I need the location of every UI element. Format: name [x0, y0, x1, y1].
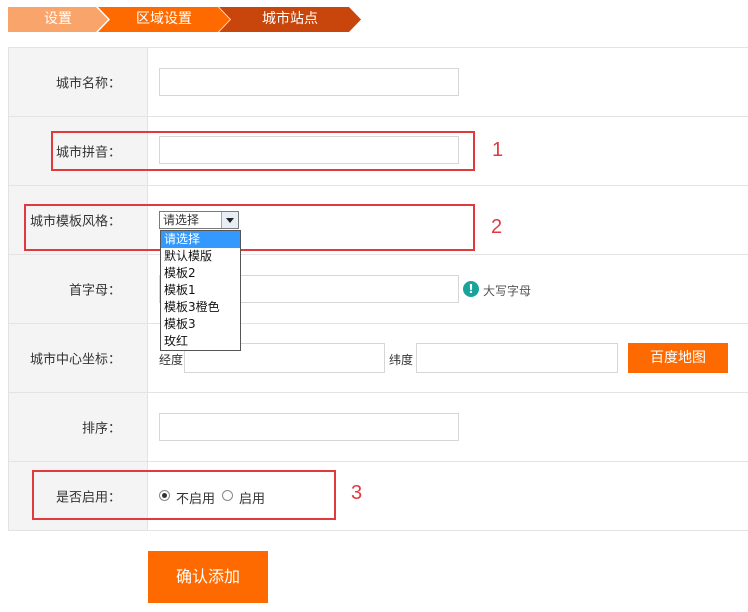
row-initial: 首字母：: [8, 255, 748, 324]
row-sort: 排序：: [8, 393, 748, 462]
annotation-number-3: 3: [351, 482, 363, 504]
annotation-number-2: 2: [491, 216, 503, 238]
city-name-label: 城市名称：: [55, 76, 121, 92]
latitude-label: 纬度: [389, 353, 414, 367]
breadcrumb-item-region[interactable]: 区域设置: [98, 7, 230, 32]
template-option[interactable]: 模板3: [161, 316, 240, 333]
annotation-box-3: [32, 470, 336, 520]
template-dropdown-list: 请选择 默认模版 模板2 模板1 模板3橙色 模板3 玫红: [160, 230, 241, 351]
longitude-label: 经度: [159, 353, 184, 367]
annotation-box-1: [51, 131, 475, 171]
sort-label: 排序：: [81, 421, 121, 437]
annotation-box-2: [24, 204, 475, 251]
template-option[interactable]: 玫红: [161, 333, 240, 350]
latitude-input[interactable]: [416, 343, 618, 373]
breadcrumb-item-settings[interactable]: 设置: [8, 7, 108, 32]
info-icon: !: [463, 281, 479, 297]
template-option[interactable]: 模板2: [161, 265, 240, 282]
initial-label: 首字母：: [68, 283, 121, 299]
breadcrumb-item-city-site[interactable]: 城市站点: [219, 7, 361, 32]
annotation-number-1: 1: [492, 139, 504, 161]
template-option[interactable]: 请选择: [161, 231, 240, 248]
confirm-add-button[interactable]: 确认添加: [148, 551, 268, 603]
city-form: 城市名称： 城市拼音： 城市模板风格： 首字母： 城市中心坐标： 排序： 是否启…: [8, 47, 748, 531]
sort-input[interactable]: [159, 413, 459, 441]
center-label: 城市中心坐标：: [29, 352, 121, 368]
city-name-input[interactable]: [159, 68, 459, 96]
baidu-map-button[interactable]: 百度地图: [628, 343, 728, 373]
row-city-name: 城市名称：: [8, 48, 748, 117]
template-option[interactable]: 默认模版: [161, 248, 240, 265]
template-option[interactable]: 模板3橙色: [161, 299, 240, 316]
template-option[interactable]: 模板1: [161, 282, 240, 299]
initial-tip-text: 大写字母: [483, 284, 532, 298]
breadcrumb: 设置 区域设置 城市站点: [8, 7, 368, 32]
